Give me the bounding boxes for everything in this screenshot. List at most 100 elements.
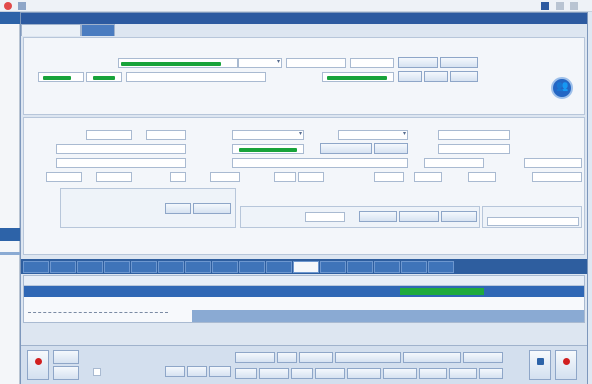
- rr-field[interactable]: [374, 172, 404, 182]
- main-hospital-field[interactable]: [232, 144, 304, 154]
- note-field[interactable]: [232, 158, 408, 168]
- age-field[interactable]: [238, 58, 282, 68]
- toolbar-button-10[interactable]: [403, 352, 461, 363]
- status-field[interactable]: [350, 58, 394, 68]
- bmi-field[interactable]: [468, 172, 496, 182]
- toolbar-button-15[interactable]: [315, 368, 345, 379]
- phone-field[interactable]: [86, 72, 122, 82]
- app-logo-icon: [4, 2, 12, 10]
- toolbar-checkbox-label: [105, 368, 159, 378]
- visit-date-field[interactable]: [86, 130, 132, 140]
- pulse-field[interactable]: [274, 172, 296, 182]
- tab-main[interactable]: [21, 24, 81, 36]
- height-field[interactable]: [46, 172, 82, 182]
- section-tab-12[interactable]: [320, 261, 346, 273]
- scan-button[interactable]: [424, 71, 448, 82]
- minimize-icon[interactable]: [556, 2, 564, 10]
- toolbar-checkbox[interactable]: [93, 368, 101, 376]
- waist-field[interactable]: [532, 172, 582, 182]
- id-card-field[interactable]: [38, 72, 84, 82]
- section-tab-3[interactable]: [77, 261, 103, 273]
- service-button-3[interactable]: [441, 211, 477, 222]
- print-button[interactable]: [398, 71, 422, 82]
- sub-department-combo[interactable]: [338, 130, 408, 140]
- toolbar-button-6[interactable]: [235, 352, 275, 363]
- menu-icon[interactable]: [18, 2, 26, 10]
- toolbar-button-12[interactable]: [235, 368, 257, 379]
- section-tab-6[interactable]: [158, 261, 184, 273]
- toolbar-button-9[interactable]: [335, 352, 401, 363]
- resp-field[interactable]: [298, 172, 324, 182]
- visit-details-panel: [23, 117, 585, 255]
- section-tab-10[interactable]: [266, 261, 292, 273]
- toolbar-button-5[interactable]: [209, 366, 231, 377]
- tab-secondary[interactable]: [81, 24, 115, 36]
- address-field[interactable]: [126, 72, 266, 82]
- save-icon: [537, 358, 544, 365]
- toolbar-button-16[interactable]: [347, 368, 381, 379]
- service-button-1[interactable]: [359, 211, 397, 222]
- cid-field[interactable]: [322, 72, 394, 82]
- doctor-field[interactable]: [438, 130, 510, 140]
- toolbar-button-17[interactable]: [383, 368, 417, 379]
- queue-info: [65, 201, 129, 223]
- queue-button-1[interactable]: [165, 203, 191, 214]
- visit-time-field[interactable]: [146, 130, 186, 140]
- toolbar-button-4[interactable]: [187, 366, 207, 377]
- support-field[interactable]: [524, 158, 582, 168]
- toolbar-button-19[interactable]: [449, 368, 477, 379]
- history-button[interactable]: [398, 57, 438, 68]
- record-button[interactable]: [27, 350, 49, 380]
- check-eligibility-button[interactable]: [320, 143, 372, 154]
- section-tab-16[interactable]: [428, 261, 454, 273]
- section-tab-2[interactable]: [50, 261, 76, 273]
- toolbar-button-11[interactable]: [463, 352, 503, 363]
- toolbar-button-20[interactable]: [479, 368, 503, 379]
- toolbar-button-13[interactable]: [259, 368, 289, 379]
- toolbar-button-1[interactable]: [53, 350, 79, 364]
- pay-type-field[interactable]: [438, 144, 510, 154]
- section-tab-13[interactable]: [347, 261, 373, 273]
- exit-button[interactable]: [555, 350, 577, 380]
- grid-scrollbar[interactable]: [192, 310, 584, 322]
- section-tab-1[interactable]: [23, 261, 49, 273]
- section-tab-7[interactable]: [185, 261, 211, 273]
- id-type-field[interactable]: [286, 58, 346, 68]
- help-icon[interactable]: [541, 2, 549, 10]
- department-combo[interactable]: [232, 130, 304, 140]
- toolbar-caption: [85, 352, 159, 362]
- section-tab-14[interactable]: [374, 261, 400, 273]
- sidebar-item-selected[interactable]: [0, 228, 20, 241]
- weight-field[interactable]: [96, 172, 132, 182]
- section-tab-5[interactable]: [131, 261, 157, 273]
- section-tab-15[interactable]: [401, 261, 427, 273]
- spo2-field[interactable]: [414, 172, 442, 182]
- service-field[interactable]: [305, 212, 345, 222]
- extra-field-1[interactable]: [424, 158, 484, 168]
- table-row[interactable]: [24, 286, 584, 297]
- id-redacted-bar: [43, 76, 71, 80]
- name-field[interactable]: [118, 58, 238, 68]
- toolbar-button-3[interactable]: [165, 366, 185, 377]
- section-tab-8[interactable]: [212, 261, 238, 273]
- photo-button[interactable]: [450, 71, 478, 82]
- section-tab-4[interactable]: [104, 261, 130, 273]
- toolbar-button-8[interactable]: [299, 352, 333, 363]
- rights-field[interactable]: [56, 144, 186, 154]
- toolbar-button-2[interactable]: [53, 366, 79, 380]
- toolbar-button-7[interactable]: [277, 352, 297, 363]
- bp-field[interactable]: [210, 172, 240, 182]
- users-icon[interactable]: [551, 77, 573, 99]
- save-button[interactable]: [529, 350, 551, 380]
- queue-button-2[interactable]: [193, 203, 231, 214]
- toolbar-button-18[interactable]: [419, 368, 447, 379]
- close-icon[interactable]: [570, 2, 578, 10]
- service-button-2[interactable]: [399, 211, 439, 222]
- toolbar-button-14[interactable]: [291, 368, 313, 379]
- refer-button[interactable]: [374, 143, 408, 154]
- section-tab-9[interactable]: [239, 261, 265, 273]
- remark-field[interactable]: [487, 217, 579, 226]
- check-rights-button[interactable]: [440, 57, 478, 68]
- section-tab-11[interactable]: [293, 261, 319, 273]
- symptom-field[interactable]: [56, 158, 186, 168]
